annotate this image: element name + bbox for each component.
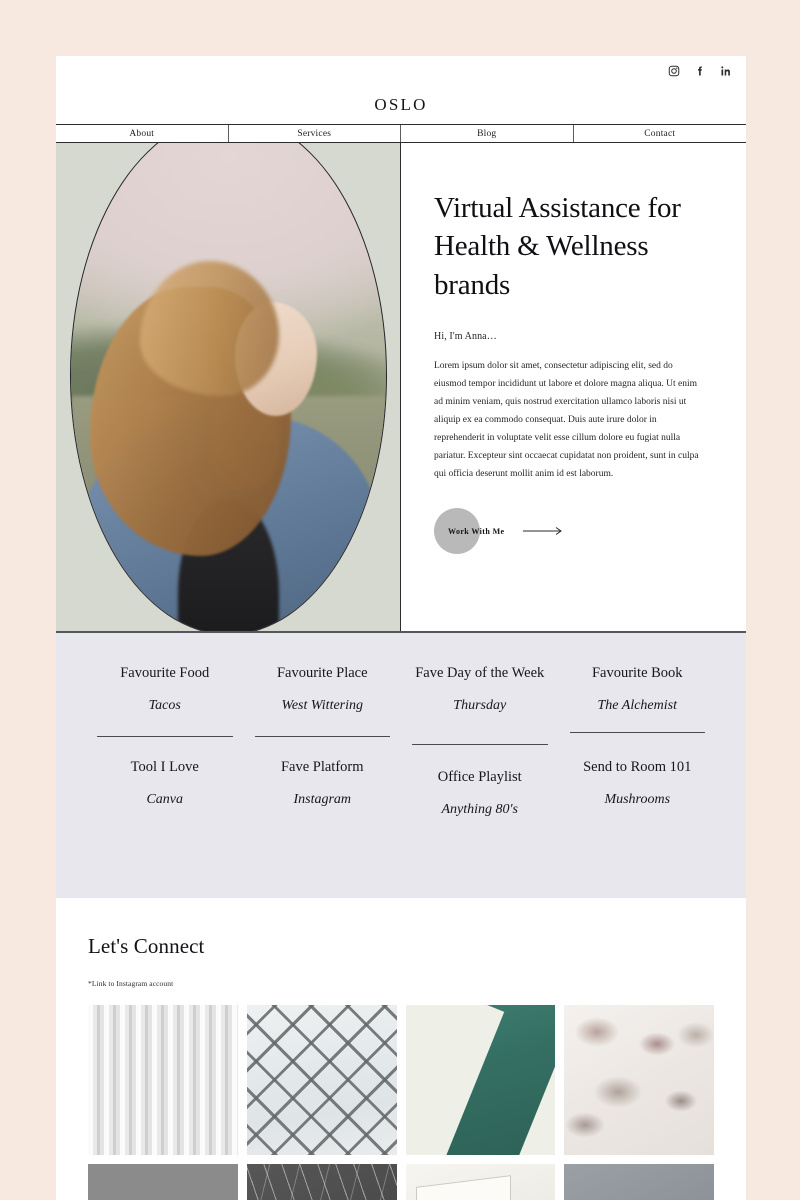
nav-item-blog[interactable]: Blog xyxy=(401,125,574,142)
connect-note: *Link to Instagram account xyxy=(88,979,174,988)
gallery-tile[interactable] xyxy=(564,1005,714,1155)
main-navigation: About Services Blog Contact xyxy=(56,124,746,143)
instagram-icon[interactable] xyxy=(667,65,680,78)
fact-block-favourite-food: Favourite Food Tacos xyxy=(97,663,233,714)
nav-item-services[interactable]: Services xyxy=(229,125,401,142)
gallery-tile[interactable] xyxy=(564,1163,714,1200)
fact-label: Send to Room 101 xyxy=(583,759,692,776)
gallery-tile[interactable] xyxy=(88,1005,238,1155)
gallery-image-court xyxy=(405,1005,556,1155)
hero-portrait-image[interactable] xyxy=(70,143,387,631)
fact-value: Tacos xyxy=(148,698,181,714)
fact-label: Fave Day of the Week xyxy=(415,665,545,681)
fact-column-1: Favourite Food Tacos Tool I Love Canva xyxy=(86,663,244,898)
fact-block-office-playlist: Office Playlist Anything 80's xyxy=(412,745,548,818)
lets-connect-section: Let's Connect *Link to Instagram account xyxy=(56,898,746,1200)
instagram-gallery xyxy=(88,1005,714,1200)
brand-logo[interactable]: OSLO xyxy=(374,95,427,115)
fact-label: Favourite Book xyxy=(591,665,683,681)
fact-label: Favourite Place xyxy=(276,665,368,681)
hero-section: Virtual Assistance for Health & Wellness… xyxy=(56,143,746,633)
fact-value: Instagram xyxy=(293,792,352,808)
brand-row: OSLO xyxy=(56,86,746,124)
portrait-hair-top xyxy=(140,261,279,396)
gallery-tile[interactable] xyxy=(246,1005,397,1155)
nav-item-about[interactable]: About xyxy=(56,125,229,142)
gallery-tile[interactable] xyxy=(88,1163,238,1200)
fact-block-favourite-book: Favourite Book The Alchemist xyxy=(570,663,706,714)
hero-image-pane xyxy=(56,143,401,631)
fact-value: The Alchemist xyxy=(597,698,677,714)
fact-column-4: Favourite Book The Alchemist Send to Roo… xyxy=(559,663,717,898)
fact-column-3: Fave Day of the Week Thursday Office Pla… xyxy=(401,663,559,898)
gallery-image-branches xyxy=(246,1163,397,1200)
gallery-image-grey-gradient xyxy=(564,1163,714,1200)
fun-facts-section: Favourite Food Tacos Tool I Love Canva F… xyxy=(56,633,746,898)
facebook-icon[interactable] xyxy=(693,65,706,78)
hero-title: Virtual Assistance for Health & Wellness… xyxy=(434,192,681,301)
hero-greeting: Hi, I'm Anna… xyxy=(434,330,497,342)
gallery-image-bark xyxy=(564,1005,714,1155)
gallery-tile[interactable] xyxy=(405,1005,556,1155)
connect-title: Let's Connect xyxy=(88,934,205,958)
hero-text-pane: Virtual Assistance for Health & Wellness… xyxy=(401,143,746,631)
arrow-right-icon xyxy=(522,526,565,536)
fact-label: Favourite Food xyxy=(120,665,210,681)
fact-block-room-101: Send to Room 101 Mushrooms xyxy=(570,733,706,808)
fact-label: Office Playlist xyxy=(437,769,522,786)
fact-value: Mushrooms xyxy=(604,792,671,808)
fact-block-tool-i-love: Tool I Love Canva xyxy=(97,737,233,808)
fact-value: Canva xyxy=(146,792,184,808)
fact-label: Fave Platform xyxy=(280,759,364,776)
gallery-image-grey-surface xyxy=(88,1163,238,1200)
nav-item-contact[interactable]: Contact xyxy=(574,125,747,142)
gallery-tile[interactable] xyxy=(405,1163,556,1200)
gallery-image-white-blocks xyxy=(405,1163,556,1200)
hero-body-text: Lorem ipsum dolor sit amet, consectetur … xyxy=(434,360,699,480)
top-social-bar xyxy=(56,56,746,86)
fact-column-2: Favourite Place West Wittering Fave Plat… xyxy=(244,663,402,898)
fact-value: West Wittering xyxy=(281,698,364,714)
gallery-image-lattice xyxy=(246,1005,397,1155)
linkedin-icon[interactable] xyxy=(719,65,732,78)
fact-value: Anything 80's xyxy=(441,802,519,818)
fact-block-fave-day: Fave Day of the Week Thursday xyxy=(412,663,548,714)
fact-label: Tool I Love xyxy=(130,759,199,776)
gallery-image-fluted-panel xyxy=(88,1005,238,1155)
work-with-me-button[interactable]: Work With Me xyxy=(434,508,624,555)
cta-label: Work With Me xyxy=(448,526,505,536)
fact-value: Thursday xyxy=(453,698,507,714)
fact-block-favourite-place: Favourite Place West Wittering xyxy=(255,663,391,714)
site-container: OSLO About Services Blog Contact Virtual… xyxy=(56,56,746,1200)
gallery-tile[interactable] xyxy=(246,1163,397,1200)
fact-block-fave-platform: Fave Platform Instagram xyxy=(255,737,391,808)
